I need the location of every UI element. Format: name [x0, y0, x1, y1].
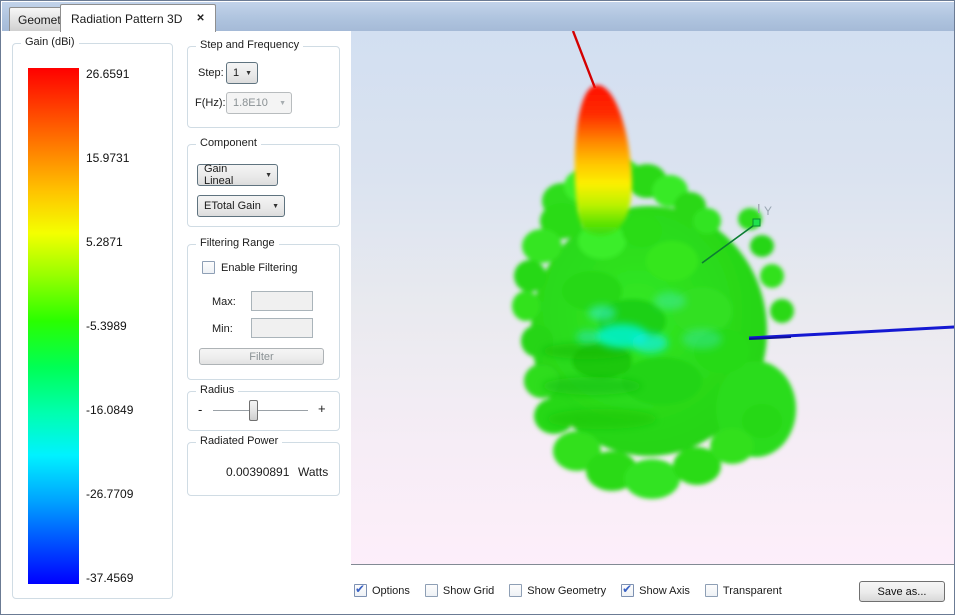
gain-label-0: 26.6591 — [86, 67, 170, 81]
pattern-body — [512, 160, 796, 499]
gain-colorbar — [28, 68, 79, 584]
chevron-down-icon: ▼ — [265, 172, 272, 179]
chevron-down-icon: ▼ — [279, 100, 286, 107]
gain-label-6: -37.4569 — [86, 571, 170, 585]
radiated-power-value: 0.00390891 — [226, 465, 289, 479]
gain-label-5: -26.7709 — [86, 487, 170, 501]
max-input — [251, 291, 313, 311]
transparent-checkbox[interactable]: ✔ — [705, 584, 718, 597]
radius-slider-handle[interactable] — [249, 400, 258, 421]
gain-scale-title: Gain (dBi) — [21, 36, 79, 48]
radiation-pattern-window: Geometry Radiation Pattern 3D ✕ Gain (dB… — [0, 0, 955, 615]
freq-dropdown: 1.8E10 ▼ — [226, 92, 292, 114]
component-type-dropdown[interactable]: Gain Lineal ▼ — [197, 164, 278, 186]
component-title: Component — [196, 137, 261, 149]
freq-dropdown-value: 1.8E10 — [233, 97, 268, 109]
options-checkbox-item[interactable]: ✔ Options — [354, 584, 410, 597]
step-dropdown[interactable]: 1 ▼ — [226, 62, 258, 84]
main-beam-lobe — [575, 85, 632, 235]
show-axis-label: Show Axis — [639, 585, 690, 597]
options-label: Options — [372, 585, 410, 597]
show-geometry-checkbox[interactable]: ✔ — [509, 584, 522, 597]
chevron-down-icon: ▼ — [245, 70, 252, 77]
y-axis-marker — [753, 219, 760, 226]
transparent-checkbox-item[interactable]: ✔ Transparent — [705, 584, 782, 597]
gain-label-2: 5.2871 — [86, 235, 170, 249]
filtering-title: Filtering Range — [196, 237, 279, 249]
radius-slider-track[interactable] — [213, 410, 308, 412]
step-dropdown-value: 1 — [233, 67, 239, 79]
y-axis-tick — [758, 204, 760, 213]
y-axis-label: Y — [764, 204, 772, 218]
gain-label-4: -16.0849 — [86, 403, 170, 417]
show-axis-checkbox[interactable]: ✔ — [621, 584, 634, 597]
enable-filtering-checkbox[interactable]: ✔ — [202, 261, 215, 274]
show-geometry-checkbox-item[interactable]: ✔ Show Geometry — [509, 584, 606, 597]
check-icon: ✔ — [355, 582, 365, 596]
radius-title: Radius — [196, 384, 238, 396]
x-axis-line — [749, 327, 955, 338]
freq-label: F(Hz): — [195, 97, 226, 109]
min-input — [251, 318, 313, 338]
enable-filtering-label: Enable Filtering — [221, 262, 297, 274]
show-geometry-label: Show Geometry — [527, 585, 606, 597]
min-label: Min: — [212, 323, 233, 335]
gain-label-3: -5.3989 — [86, 319, 170, 333]
transparent-label: Transparent — [723, 585, 782, 597]
chevron-down-icon: ▼ — [272, 203, 279, 210]
tab-bar: Geometry Radiation Pattern 3D ✕ — [2, 2, 955, 31]
show-grid-checkbox[interactable]: ✔ — [425, 584, 438, 597]
z-axis-line — [573, 31, 595, 88]
tab-radiation-label: Radiation Pattern 3D — [71, 12, 182, 26]
gain-label-1: 15.9731 — [86, 151, 170, 165]
save-as-button[interactable]: Save as... — [859, 581, 945, 602]
tab-radiation-pattern-3d[interactable]: Radiation Pattern 3D ✕ — [60, 4, 216, 32]
viewport-options-bar: ✔ Options ✔ Show Grid ✔ Show Geometry ✔ … — [354, 584, 782, 597]
radiated-power-unit: Watts — [298, 465, 328, 479]
step-label: Step: — [198, 67, 224, 79]
max-label: Max: — [212, 296, 236, 308]
component-type-value: Gain Lineal — [204, 163, 259, 187]
radius-minus-label: - — [198, 402, 202, 417]
check-icon: ✔ — [622, 582, 632, 596]
filter-button: Filter — [199, 348, 324, 365]
show-axis-checkbox-item[interactable]: ✔ Show Axis — [621, 584, 690, 597]
radiation-pattern-3d: Y — [351, 31, 955, 565]
show-grid-checkbox-item[interactable]: ✔ Show Grid — [425, 584, 494, 597]
step-frequency-title: Step and Frequency — [196, 39, 303, 51]
show-grid-label: Show Grid — [443, 585, 494, 597]
component-field-dropdown[interactable]: ETotal Gain ▼ — [197, 195, 285, 217]
component-field-value: ETotal Gain — [204, 200, 261, 212]
step-frequency-group: Step and Frequency — [187, 46, 340, 128]
options-checkbox[interactable]: ✔ — [354, 584, 367, 597]
tab-close-icon[interactable]: ✕ — [196, 13, 204, 24]
radius-plus-label: + — [318, 401, 326, 416]
render-viewport-3d[interactable]: Y — [351, 31, 955, 565]
radiated-power-title: Radiated Power — [196, 435, 282, 447]
